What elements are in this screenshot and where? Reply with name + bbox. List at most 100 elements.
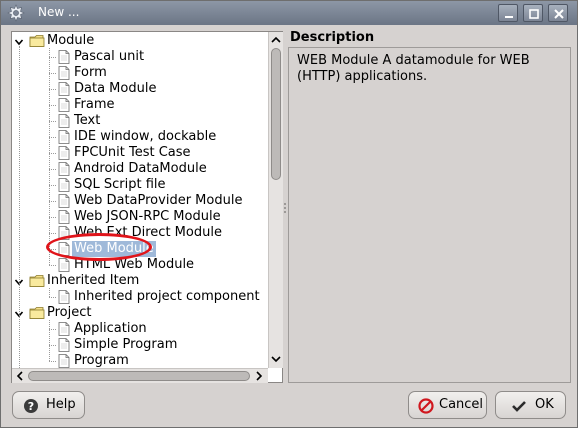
file-icon	[58, 162, 70, 176]
vertical-scrollbar[interactable]	[268, 32, 283, 368]
tree-item-label: Frame	[74, 97, 115, 112]
ok-label: OK	[535, 397, 554, 412]
tree-group-row[interactable]: Project	[12, 305, 268, 321]
tree-connector	[49, 105, 56, 106]
file-icon	[58, 290, 70, 304]
folder-icon	[29, 34, 45, 48]
tree-item-label: Web Module	[72, 241, 156, 257]
tree-connector	[49, 217, 56, 218]
tree-item-label: SQL Script file	[74, 177, 166, 192]
tree-item-label: HTML Web Module	[74, 257, 195, 272]
tree-group-label: Inherited Item	[47, 273, 140, 288]
tree-connector	[49, 89, 56, 90]
horizontal-scroll-thumb[interactable]	[28, 371, 250, 381]
file-icon	[58, 66, 70, 80]
tree-item-label: Web DataProvider Module	[74, 193, 243, 208]
scroll-up-icon[interactable]	[270, 34, 282, 46]
gear-icon[interactable]	[7, 4, 25, 22]
tree-item-row[interactable]: Android DataModule	[12, 161, 268, 177]
new-item-dialog: New ... Module Pascal unit Form Data Module…	[0, 0, 578, 428]
file-icon	[58, 354, 70, 368]
help-icon: ?	[23, 398, 39, 414]
help-button[interactable]: ? Help	[12, 391, 85, 419]
tree-item-label: Pascal unit	[74, 49, 145, 64]
tree-item-row[interactable]: Frame	[12, 97, 268, 113]
description-title: Description	[290, 30, 375, 45]
tree-connector	[49, 265, 56, 266]
description-text: WEB Module A datamodule for WEB (HTTP) a…	[297, 53, 530, 84]
item-tree[interactable]: Module Pascal unit Form Data Module Frame Tex…	[11, 31, 283, 383]
tree-group-row[interactable]: Inherited Item	[12, 273, 268, 289]
close-icon	[554, 9, 564, 19]
checkmark-icon	[511, 398, 527, 414]
tree-group-label: Project	[47, 305, 92, 320]
file-icon	[58, 194, 70, 208]
minimize-icon	[505, 16, 513, 18]
tree-connector	[49, 201, 56, 202]
tree-item-label: IDE window, dockable	[74, 129, 217, 144]
tree-connector	[49, 169, 56, 170]
tree-connector	[49, 73, 56, 74]
folder-icon	[29, 306, 45, 320]
tree-item-label: Simple Program	[74, 337, 178, 352]
file-icon	[58, 98, 70, 112]
tree-item-row[interactable]: Data Module	[12, 81, 268, 97]
tree-connector	[49, 153, 56, 154]
scroll-down-icon[interactable]	[270, 353, 282, 365]
file-icon	[58, 130, 70, 144]
vertical-scroll-thumb[interactable]	[271, 48, 281, 180]
scroll-right-icon[interactable]	[253, 370, 265, 382]
cancel-label: Cancel	[439, 397, 484, 412]
chevron-down-icon[interactable]	[14, 36, 24, 46]
scroll-left-icon[interactable]	[14, 370, 26, 382]
tree-item-label: FPCUnit Test Case	[74, 145, 191, 160]
maximize-icon	[529, 9, 539, 19]
tree-item-row[interactable]: Web DataProvider Module	[12, 193, 268, 209]
tree-item-row[interactable]: Text	[12, 113, 268, 129]
tree-item-row[interactable]: FPCUnit Test Case	[12, 145, 268, 161]
tree-connector	[49, 361, 56, 362]
file-icon	[58, 50, 70, 64]
description-panel: WEB Module A datamodule for WEB (HTTP) a…	[288, 47, 571, 383]
horizontal-scrollbar[interactable]	[12, 368, 268, 383]
tree-item-label: Inherited project component	[74, 289, 260, 304]
splitter-handle[interactable]	[283, 201, 287, 215]
file-icon	[58, 242, 70, 256]
tree-item-label: Web Ext Direct Module	[74, 225, 222, 240]
tree-item-row[interactable]: Web JSON-RPC Module	[12, 209, 268, 225]
tree-item-row[interactable]: Program	[12, 353, 268, 368]
minimize-button[interactable]	[498, 4, 518, 22]
cancel-button[interactable]: Cancel	[408, 391, 487, 419]
tree-item-label: Web JSON-RPC Module	[74, 209, 221, 224]
tree-item-row[interactable]: IDE window, dockable	[12, 129, 268, 145]
tree-item-row[interactable]: Web Ext Direct Module	[12, 225, 268, 241]
svg-text:?: ?	[28, 400, 34, 413]
tree-connector	[49, 57, 56, 58]
tree-group-label: Module	[47, 33, 95, 48]
tree-item-row[interactable]: Simple Program	[12, 337, 268, 353]
tree-item-label: Text	[74, 113, 101, 128]
tree-item-row[interactable]: SQL Script file	[12, 177, 268, 193]
tree-item-row[interactable]: Application	[12, 321, 268, 337]
help-label: Help	[46, 397, 76, 412]
tree-item-row[interactable]: Inherited project component	[12, 289, 268, 305]
tree-connector	[49, 48, 50, 265]
tree-group-row[interactable]: Module	[12, 33, 268, 49]
tree-item-row[interactable]: Web Module	[12, 241, 268, 257]
ok-button[interactable]: OK	[495, 391, 566, 419]
close-button[interactable]	[548, 4, 568, 22]
file-icon	[58, 258, 70, 272]
file-icon	[58, 82, 70, 96]
maximize-button[interactable]	[523, 4, 543, 22]
title-bar[interactable]: New ...	[1, 1, 577, 25]
tree-item-row[interactable]: HTML Web Module	[12, 257, 268, 273]
tree-item-row[interactable]: Pascal unit	[12, 49, 268, 65]
tree-item-label: Data Module	[74, 81, 157, 96]
tree-connector	[49, 121, 56, 122]
tree-content: Module Pascal unit Form Data Module Frame Tex…	[12, 32, 268, 368]
file-icon	[58, 226, 70, 240]
tree-item-row[interactable]: Form	[12, 65, 268, 81]
file-icon	[58, 114, 70, 128]
file-icon	[58, 210, 70, 224]
tree-connector	[19, 46, 20, 368]
